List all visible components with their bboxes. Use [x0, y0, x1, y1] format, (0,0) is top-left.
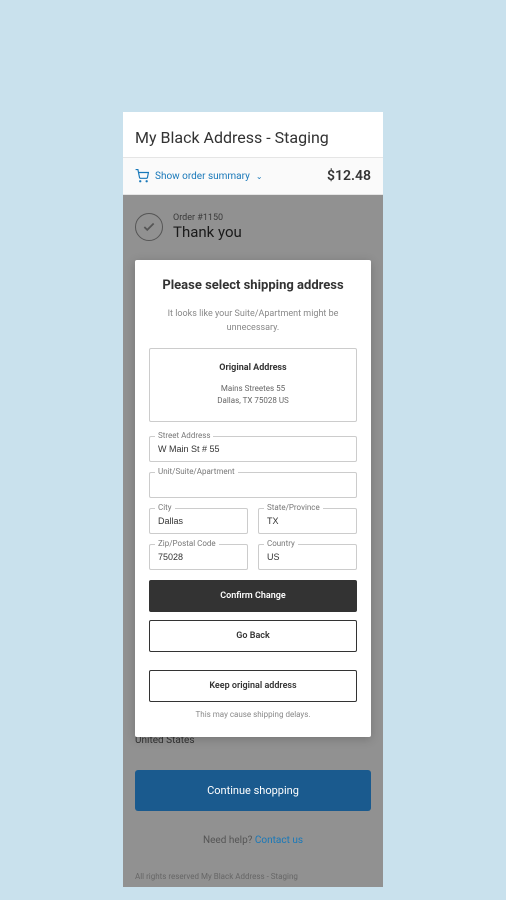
original-address-line1: Mains Streetes 55 — [160, 383, 346, 395]
summary-link-text: Show order summary — [155, 171, 250, 182]
order-text: Order #1150 Thank you — [173, 213, 371, 241]
chevron-down-icon: ⌄ — [256, 172, 263, 181]
order-status: Order #1150 Thank you — [135, 209, 371, 245]
zip-label: Zip/Postal Code — [155, 539, 219, 548]
street-field-group: Street Address — [149, 436, 357, 462]
original-address-line2: Dallas, TX 75028 US — [160, 395, 346, 407]
street-label: Street Address — [155, 431, 213, 440]
city-label: City — [155, 503, 175, 512]
checkmark-circle — [135, 213, 163, 241]
page-title: My Black Address - Staging — [135, 128, 371, 147]
zip-field-group: Zip/Postal Code — [149, 544, 248, 570]
order-number: Order #1150 — [173, 213, 371, 223]
original-address-box: Original Address Mains Streetes 55 Dalla… — [149, 348, 357, 422]
summary-price: $12.48 — [327, 168, 371, 184]
app-frame: My Black Address - Staging Show order su… — [123, 112, 383, 887]
delay-note: This may cause shipping delays. — [149, 710, 357, 719]
country-label: Country — [264, 539, 298, 548]
need-help-label: Need help? — [203, 835, 252, 846]
city-field-group: City — [149, 508, 248, 534]
keep-original-button[interactable]: Keep original address — [149, 670, 357, 702]
go-back-button[interactable]: Go Back — [149, 620, 357, 652]
checkmark-icon — [142, 220, 156, 234]
original-address-title: Original Address — [160, 363, 346, 373]
modal-title: Please select shipping address — [149, 278, 357, 293]
summary-toggle[interactable]: Show order summary ⌄ — [135, 169, 263, 183]
modal-subtitle: It looks like your Suite/Apartment might… — [149, 307, 357, 336]
order-summary-bar[interactable]: Show order summary ⌄ $12.48 — [123, 158, 383, 195]
confirm-change-button[interactable]: Confirm Change — [149, 580, 357, 612]
state-label: State/Province — [264, 503, 323, 512]
unit-label: Unit/Suite/Apartment — [155, 467, 238, 476]
need-help-text: Need help? Contact us — [135, 835, 371, 846]
footer-text: All rights reserved My Black Address - S… — [135, 872, 371, 881]
unit-field-group: Unit/Suite/Apartment — [149, 472, 357, 498]
cart-icon — [135, 169, 149, 183]
state-field-group: State/Province — [258, 508, 357, 534]
header: My Black Address - Staging — [123, 112, 383, 158]
contact-us-link[interactable]: Contact us — [255, 835, 303, 846]
thank-you-text: Thank you — [173, 223, 371, 241]
country-field-group: Country — [258, 544, 357, 570]
continue-shopping-button[interactable]: Continue shopping — [135, 770, 371, 811]
address-modal: Please select shipping address It looks … — [135, 260, 371, 737]
